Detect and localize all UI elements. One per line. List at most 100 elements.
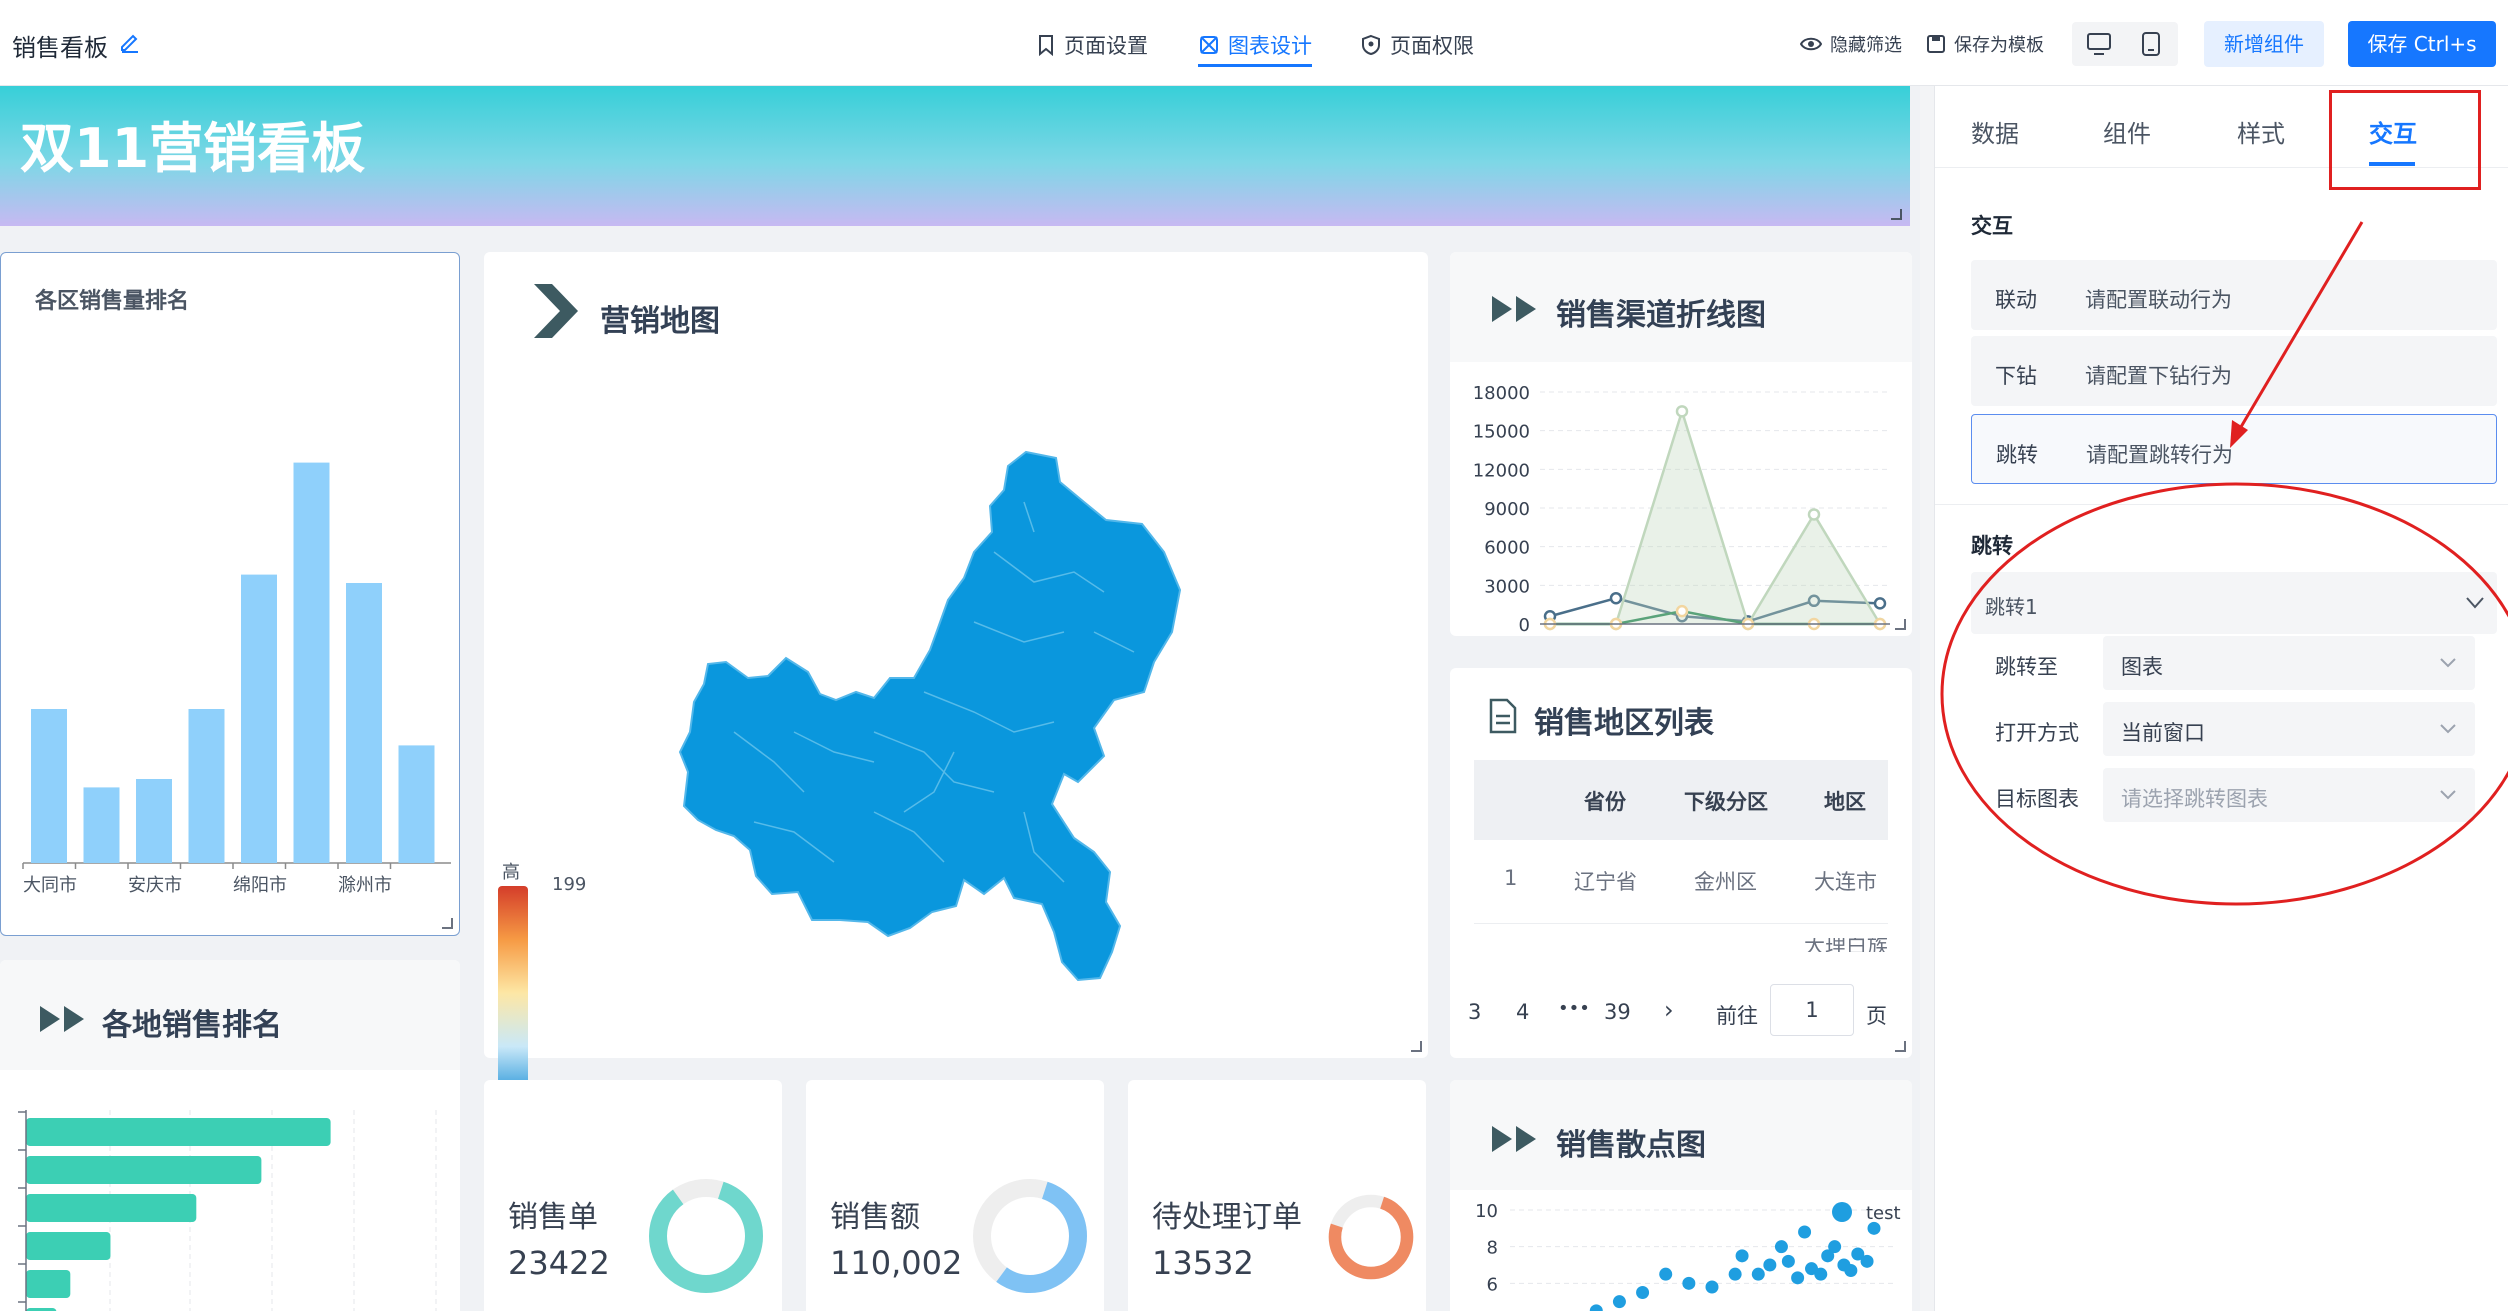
annotation-arrow bbox=[2236, 221, 2364, 433]
save-label: 保存 Ctrl+s bbox=[2367, 32, 2477, 56]
add-component-button[interactable]: 新增组件 bbox=[2204, 21, 2324, 67]
next-page-icon[interactable]: › bbox=[1664, 996, 1674, 1024]
annotation-arrowhead bbox=[2230, 420, 2248, 448]
legend-label: test bbox=[1866, 1203, 1901, 1224]
tab-page-permissions[interactable]: 页面权限 bbox=[1360, 30, 1474, 60]
bar bbox=[398, 745, 435, 863]
channel-line-chart: 18000 15000 12000 9000 6000 3000 0 iot rules bbox=[1473, 383, 1890, 632]
bookmark-icon bbox=[1039, 35, 1053, 56]
edit-icon[interactable] bbox=[118, 30, 142, 54]
device-toggle bbox=[2072, 22, 2178, 66]
shield-icon bbox=[1362, 34, 1380, 56]
page-unit-label: 页 bbox=[1866, 1004, 1887, 1028]
marketing-map-card[interactable]: 营销地图 高 低 199 0 bbox=[484, 252, 1428, 1129]
cell-index: 1 bbox=[1504, 866, 1518, 890]
scatter-point bbox=[1612, 1295, 1626, 1309]
design-icon bbox=[1200, 36, 1218, 54]
map-legend-high: 高 bbox=[502, 862, 520, 883]
cell-province: 辽宁省 bbox=[1574, 870, 1637, 894]
column-header-region: 地区 bbox=[1824, 790, 1866, 814]
scatter-point bbox=[1589, 1304, 1603, 1311]
hide-filter-label: 隐藏筛选 bbox=[1830, 35, 1902, 56]
save-button[interactable]: 保存 Ctrl+s bbox=[2348, 21, 2496, 67]
resize-handle-icon[interactable] bbox=[1410, 1040, 1422, 1052]
district-bar-chart: 大同市 安庆市 绵阳市 滁州市 bbox=[22, 462, 451, 896]
y-tick-label: 15000 bbox=[1473, 422, 1530, 443]
legend-marker bbox=[1832, 1202, 1852, 1222]
scatter-point bbox=[1659, 1267, 1673, 1281]
tab-chart-design-label: 图表设计 bbox=[1228, 34, 1312, 58]
kpi-card-pending[interactable]: 待处理订单 13532 bbox=[1128, 1080, 1426, 1311]
double-play-icon bbox=[1492, 296, 1536, 322]
resize-handle-icon[interactable] bbox=[1894, 1040, 1906, 1052]
map-legend-gradient bbox=[498, 886, 528, 1100]
scatter-chart: 10864test bbox=[1475, 1201, 1901, 1311]
scatter-point bbox=[1735, 1249, 1749, 1263]
scatter-point bbox=[1798, 1225, 1812, 1239]
banner[interactable]: 双11营销看板 bbox=[0, 86, 1910, 226]
kpi-orders-value: 23422 bbox=[508, 1244, 610, 1282]
table-row-cut: 大理白族 bbox=[1474, 938, 1888, 952]
double-play-icon bbox=[1492, 1126, 1536, 1152]
kpi-orders-label: 销售单 bbox=[508, 1200, 598, 1235]
channel-line-title: 销售渠道折线图 bbox=[1556, 298, 1766, 333]
table-row[interactable]: 1 辽宁省 金州区 大连市 bbox=[1474, 840, 1888, 924]
map-legend-max: 199 bbox=[552, 874, 587, 895]
series-point bbox=[1609, 591, 1623, 605]
y-tick-label: 10 bbox=[1475, 1201, 1498, 1222]
resize-handle-icon[interactable] bbox=[441, 917, 453, 929]
add-component-label: 新增组件 bbox=[2224, 32, 2304, 56]
tab-page-permissions-label: 页面权限 bbox=[1390, 34, 1474, 58]
region-table-card[interactable]: 销售地区列表 省份 下级分区 地区 1 辽宁省 金州区 大连市 大理白族 3 4… bbox=[1450, 668, 1912, 1058]
channel-line-card[interactable]: 销售渠道折线图 18000 15000 12000 9000 6000 3000 0 iot r… bbox=[1450, 252, 1912, 636]
page-ellipsis[interactable]: ••• bbox=[1558, 998, 1590, 1019]
scatter-card[interactable]: 销售散点图 10864test bbox=[1450, 1080, 1912, 1311]
document-icon bbox=[1489, 698, 1517, 734]
tab-page-settings[interactable]: 页面设置 bbox=[1036, 30, 1148, 60]
bar bbox=[26, 1118, 331, 1146]
scatter-point bbox=[1751, 1267, 1765, 1281]
x-tick-label: 绵阳市 bbox=[233, 875, 287, 896]
top-bar: 销售看板 页面设置 图表设计 页面权限 隐藏筛选 保存为模板 新增组件 保存 C… bbox=[0, 0, 2508, 86]
scatter-point bbox=[1774, 1240, 1788, 1254]
scatter-point bbox=[1860, 1254, 1874, 1268]
goto-label: 前往 bbox=[1716, 1004, 1758, 1028]
y-tick-label: 6 bbox=[1487, 1274, 1498, 1295]
goto-page-input[interactable]: 1 bbox=[1770, 984, 1854, 1036]
save-template-label: 保存为模板 bbox=[1954, 35, 2044, 56]
page-3[interactable]: 3 bbox=[1468, 1000, 1481, 1024]
y-tick-label: 8 bbox=[1487, 1238, 1498, 1259]
x-tick-label: rules bbox=[1792, 630, 1836, 632]
column-header-subdistrict: 下级分区 bbox=[1684, 790, 1768, 814]
bar bbox=[83, 787, 120, 863]
scatter-point bbox=[1844, 1264, 1858, 1277]
district-sales-card[interactable]: 各区销售量排名 大同市 安庆市 绵阳市 滁州市 bbox=[0, 252, 460, 936]
bar bbox=[241, 574, 277, 863]
cell-region-cut: 大理白族 bbox=[1804, 938, 1888, 952]
scatter-point bbox=[1763, 1258, 1777, 1272]
hide-filter-button[interactable]: 隐藏筛选 bbox=[1800, 31, 1902, 57]
kpi-card-amount[interactable]: 销售额 110,002 bbox=[806, 1080, 1104, 1311]
scatter-point bbox=[1781, 1254, 1795, 1268]
mobile-icon[interactable] bbox=[2140, 31, 2162, 57]
kpi-amount-value: 110,002 bbox=[830, 1244, 963, 1282]
goto-page-value: 1 bbox=[1805, 998, 1819, 1022]
scatter-point bbox=[1705, 1280, 1719, 1294]
kpi-card-orders[interactable]: 销售单 23422 bbox=[484, 1080, 782, 1311]
scatter-point bbox=[1728, 1267, 1742, 1281]
kpi-amount-ring bbox=[973, 1179, 1087, 1293]
tab-active-underline bbox=[1198, 64, 1312, 67]
page-39[interactable]: 39 bbox=[1604, 1000, 1631, 1024]
x-tick-label: iot bbox=[1538, 630, 1561, 632]
desktop-icon[interactable] bbox=[2086, 32, 2112, 56]
page-4[interactable]: 4 bbox=[1516, 1000, 1529, 1024]
y-tick-label: 0 bbox=[1519, 615, 1530, 632]
bar bbox=[346, 583, 382, 863]
scatter-card-title: 销售散点图 bbox=[1556, 1128, 1706, 1163]
save-template-button[interactable]: 保存为模板 bbox=[1926, 31, 2044, 57]
eye-icon bbox=[1800, 37, 1822, 51]
cell-subdistrict: 金州区 bbox=[1694, 870, 1757, 894]
tab-chart-design[interactable]: 图表设计 bbox=[1198, 30, 1312, 60]
rank-card[interactable]: 各地销售排名 bbox=[0, 960, 460, 1311]
save-icon bbox=[1927, 35, 1945, 53]
